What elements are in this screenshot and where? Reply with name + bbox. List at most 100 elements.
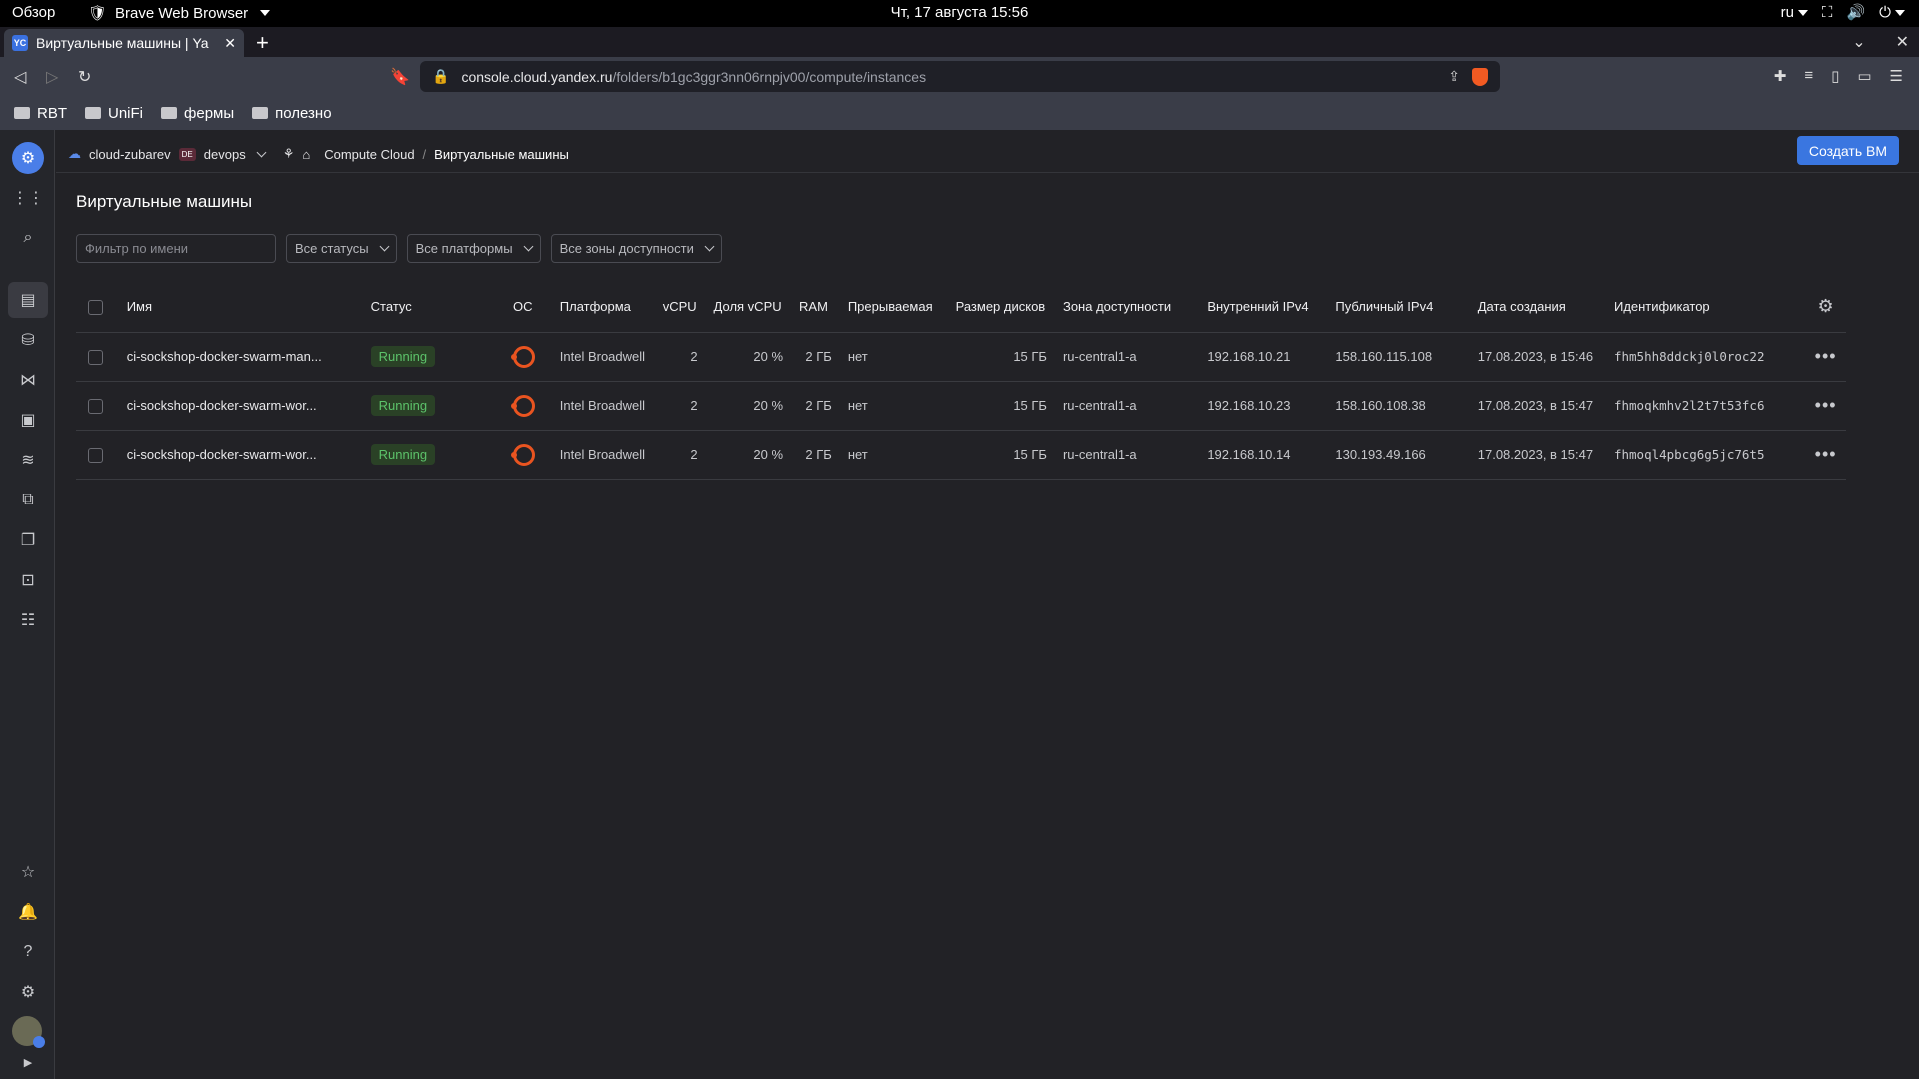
breadcrumb-cloud[interactable]: cloud-zubarev (89, 147, 171, 162)
clock[interactable]: Чт, 17 августа 15:56 (891, 4, 1029, 21)
expand-sidebar-icon[interactable]: ▶ (16, 1050, 40, 1074)
select-all-checkbox[interactable] (88, 299, 103, 315)
row-checkbox[interactable] (88, 447, 103, 463)
platform-filter-dropdown[interactable]: Все платформы (406, 234, 541, 263)
table-row[interactable]: ci-sockshop-docker-swarm-man... Running … (76, 332, 1846, 382)
close-window-icon[interactable]: ✕ (1896, 32, 1909, 52)
share-icon[interactable]: ⇪ (1448, 68, 1460, 85)
service-map-icon[interactable]: ⚘ (283, 146, 295, 162)
yandex-cloud-logo-icon[interactable]: ⚙ (12, 142, 44, 174)
platform: Intel Broadwell (551, 430, 655, 480)
breadcrumb-service[interactable]: Compute Cloud (324, 147, 414, 162)
network-share-icon[interactable]: ⋈ (16, 368, 40, 392)
table-row[interactable]: ci-sockshop-docker-swarm-wor... Running … (76, 381, 1846, 431)
col-disk-size[interactable]: Размер дисков (947, 282, 1055, 333)
status-filter-dropdown[interactable]: Все статусы (286, 234, 397, 263)
vm-id: fhm5hh8ddckj0l0roc22 (1605, 332, 1806, 382)
activities-button[interactable]: Обзор (12, 4, 55, 21)
table-row[interactable]: ci-sockshop-docker-swarm-wor... Running … (76, 430, 1846, 480)
breadcrumb-folder[interactable]: devops (204, 147, 246, 162)
bookmark-folder[interactable]: фермы (161, 105, 234, 122)
all-services-icon[interactable]: ⋮⋮ (12, 186, 44, 210)
internal-ip: 192.168.10.23 (1199, 381, 1328, 431)
vm-name[interactable]: ci-sockshop-docker-swarm-wor... (118, 381, 363, 431)
brave-shields-icon[interactable] (1472, 67, 1488, 86)
wallet-icon[interactable]: ▭ (1857, 67, 1871, 85)
row-checkbox[interactable] (88, 349, 103, 365)
name-filter-input[interactable]: Фильтр по имени (76, 234, 276, 263)
col-id[interactable]: Идентификатор (1605, 282, 1806, 333)
tab-list-chevron-icon[interactable]: ⌄ (1852, 32, 1865, 52)
search-icon[interactable]: ⌕ (16, 226, 40, 250)
preemptible: нет (839, 381, 948, 431)
chevron-down-icon (704, 241, 715, 252)
col-ram[interactable]: RAM (791, 282, 840, 333)
vm-name[interactable]: ci-sockshop-docker-swarm-wor... (118, 430, 363, 480)
cloud-icon: ☁ (68, 146, 81, 161)
settings-gear-icon[interactable]: ⚙ (16, 980, 40, 1004)
col-created[interactable]: Дата создания (1469, 282, 1606, 333)
home-icon[interactable]: ⌂ (302, 147, 310, 162)
vm-table: Имя Статус ОС Платформа vCPU Доля vCPU R… (76, 282, 1846, 480)
row-checkbox[interactable] (88, 398, 103, 414)
row-actions-icon[interactable]: ••• (1815, 346, 1837, 366)
brave-icon: 🛡 (88, 5, 108, 22)
col-name[interactable]: Имя (118, 282, 363, 333)
col-public-ip[interactable]: Публичный IPv4 (1327, 282, 1470, 333)
operations-list-icon[interactable]: ☷ (16, 608, 40, 632)
reload-icon[interactable]: ↻ (78, 67, 91, 87)
extensions-icon[interactable]: ✚ (1774, 67, 1787, 85)
col-vcpu-share[interactable]: Доля vCPU (705, 282, 792, 333)
layers-icon[interactable]: ≋ (16, 448, 40, 472)
dedicated-hosts-icon[interactable]: ⊡ (16, 568, 40, 592)
close-tab-icon[interactable]: ✕ (224, 35, 236, 52)
ubuntu-icon (511, 443, 535, 466)
new-tab-icon[interactable]: + (256, 30, 269, 56)
table-settings-gear-icon[interactable]: ⚙ (1818, 296, 1834, 316)
volume-icon[interactable]: 🔊 (1846, 3, 1865, 21)
disk-size: 15 ГБ (947, 430, 1055, 480)
bookmark-folder[interactable]: UniFi (85, 105, 143, 122)
forward-icon[interactable]: ▷ (46, 67, 58, 87)
network-icon[interactable]: ⛶ (1822, 4, 1833, 21)
row-actions-icon[interactable]: ••• (1815, 444, 1837, 464)
vm-instances-icon[interactable]: ▤ (16, 288, 40, 312)
zone-filter-dropdown[interactable]: Все зоны доступности (550, 234, 722, 263)
vcpu: 2 (654, 430, 706, 480)
instance-groups-icon[interactable]: ❐ (16, 528, 40, 552)
create-vm-button[interactable]: Создать ВМ (1796, 136, 1899, 165)
snapshots-icon[interactable]: ⧉ (16, 488, 40, 512)
chevron-down-icon[interactable] (256, 147, 267, 157)
bookmark-folder[interactable]: RBT (14, 105, 67, 122)
col-internal-ip[interactable]: Внутренний IPv4 (1199, 282, 1328, 333)
col-preemptible[interactable]: Прерываемая (839, 282, 948, 333)
status-badge: Running (370, 395, 436, 416)
address-bar[interactable]: 🔒 console.cloud.yandex.ru/folders/b1gc3g… (420, 61, 1500, 92)
menu-icon[interactable]: ☰ (1890, 67, 1903, 85)
notifications-bell-icon[interactable]: 🔔 (16, 900, 40, 924)
col-status[interactable]: Статус (362, 282, 505, 333)
app-menu[interactable]: 🛡 Brave Web Browser (88, 4, 271, 22)
vm-name[interactable]: ci-sockshop-docker-swarm-man... (118, 332, 363, 382)
col-vcpu[interactable]: vCPU (654, 282, 706, 333)
col-zone[interactable]: Зона доступности (1054, 282, 1200, 333)
status-badge: Running (370, 346, 436, 367)
help-icon[interactable]: ? (16, 940, 40, 964)
bookmark-icon[interactable]: 🔖 (390, 67, 410, 87)
images-icon[interactable]: ▣ (16, 408, 40, 432)
row-actions-icon[interactable]: ••• (1815, 395, 1837, 415)
bookmarks-bar: RBT UniFi фермы полезно (0, 96, 1919, 130)
favorites-star-icon[interactable]: ☆ (16, 860, 40, 884)
sidebar-toggle-icon[interactable]: ▯ (1831, 67, 1839, 85)
created-date: 17.08.2023, в 15:47 (1469, 381, 1606, 431)
playlist-icon[interactable]: ≡ (1804, 67, 1813, 85)
disks-icon[interactable]: ⛁ (16, 328, 40, 352)
col-os[interactable]: ОС (505, 282, 552, 333)
browser-tab[interactable]: YC Виртуальные машины | Ya ✕ (4, 29, 244, 57)
back-icon[interactable]: ◁ (14, 67, 26, 87)
platform: Intel Broadwell (551, 381, 655, 431)
col-platform[interactable]: Платформа (551, 282, 655, 333)
language-indicator[interactable]: ru (1781, 4, 1808, 21)
power-icon[interactable]: ⏻ (1879, 4, 1905, 21)
bookmark-folder[interactable]: полезно (252, 105, 332, 122)
